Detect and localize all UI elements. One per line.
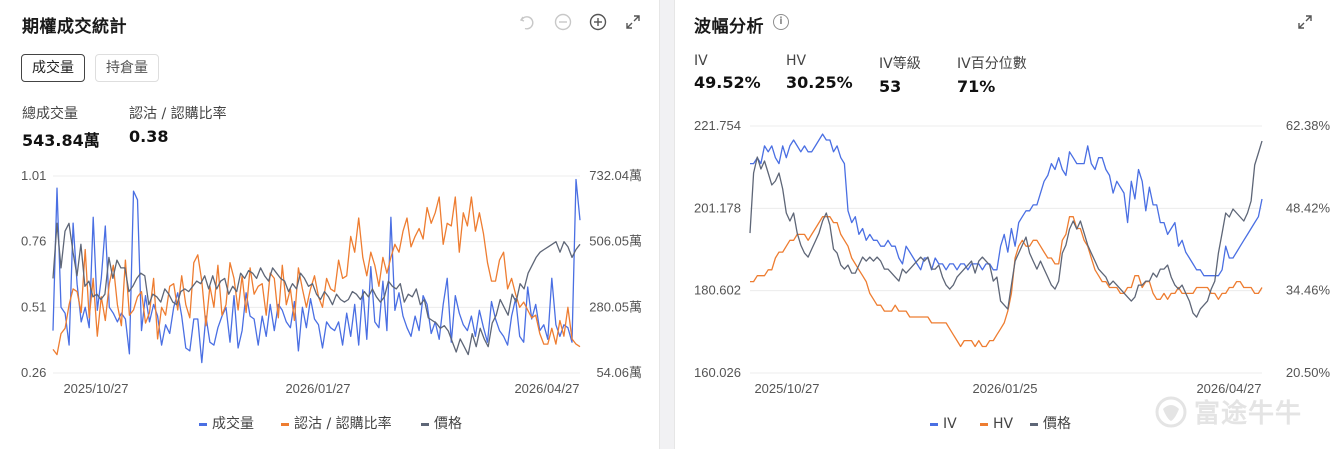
legend-label[interactable]: 價格 — [1043, 415, 1071, 432]
y-right-tick-label: 62.38% — [1286, 118, 1331, 133]
legend-swatch — [1030, 423, 1038, 426]
legend-label[interactable]: 價格 — [434, 415, 462, 432]
y-left-tick-label: 201.178 — [694, 200, 741, 215]
x-tick-label: 2025/10/27 — [754, 381, 819, 396]
volatility-chart[interactable]: 221.754 62.38% 201.178 48.42% 180.602 34.46% 1… — [675, 0, 1334, 449]
series-line-1 — [750, 133, 1263, 277]
x-tick-label: 2026/01/25 — [972, 381, 1037, 396]
series-line-1 — [52, 178, 581, 364]
series-line-2 — [750, 216, 1263, 348]
y-left-tick-label: 0.51 — [21, 299, 46, 314]
y-right-tick-label: 34.46% — [1286, 283, 1331, 298]
legend-swatch — [199, 423, 207, 426]
legend-label[interactable]: 認沽 / 認購比率 — [294, 415, 392, 432]
y-right-tick-label: 280.05萬 — [589, 299, 642, 314]
y-left-tick-label: 1.01 — [21, 168, 46, 183]
series-line-2 — [52, 196, 581, 356]
legend-label[interactable]: 成交量 — [212, 415, 254, 432]
y-right-tick-label: 20.50% — [1286, 365, 1331, 380]
x-tick-label: 2025/10/27 — [63, 381, 128, 396]
watermark: 富途牛牛 — [1154, 393, 1302, 430]
x-tick-label: 2026/01/27 — [285, 381, 350, 396]
legend-swatch — [281, 423, 289, 426]
y-right-tick-label: 48.42% — [1286, 200, 1331, 215]
y-left-tick-label: 160.026 — [694, 365, 741, 380]
legend-label[interactable]: HV — [993, 416, 1014, 432]
legend-swatch — [930, 423, 938, 426]
legend-swatch — [421, 423, 429, 426]
volatility-panel: 波幅分析 i IV 49.52% HV 30.25% IV等級 53 IV百分位… — [674, 0, 1334, 449]
y-left-tick-label: 0.26 — [21, 365, 46, 380]
y-right-tick-label: 506.05萬 — [589, 234, 642, 249]
legend-swatch — [980, 423, 988, 426]
volume-chart[interactable]: 1.01 732.04萬 0.76 506.05萬 0.51 280.05萬 0.26 54.… — [0, 0, 660, 449]
x-tick-label: 2026/04/27 — [514, 381, 579, 396]
watermark-text: 富途牛牛 — [1194, 399, 1303, 429]
y-left-tick-label: 221.754 — [694, 118, 741, 133]
legend-label[interactable]: IV — [943, 416, 957, 432]
y-right-tick-label: 54.06萬 — [596, 365, 642, 380]
y-right-tick-label: 732.04萬 — [589, 168, 642, 183]
y-left-tick-label: 180.602 — [694, 283, 741, 298]
bull-logo-icon — [1155, 396, 1187, 427]
y-left-tick-label: 0.76 — [21, 234, 46, 249]
options-volume-panel: 期權成交統計 成交量 持倉量 總成交量 543.84萬 認沽 / 認購比率 0.… — [0, 0, 660, 449]
